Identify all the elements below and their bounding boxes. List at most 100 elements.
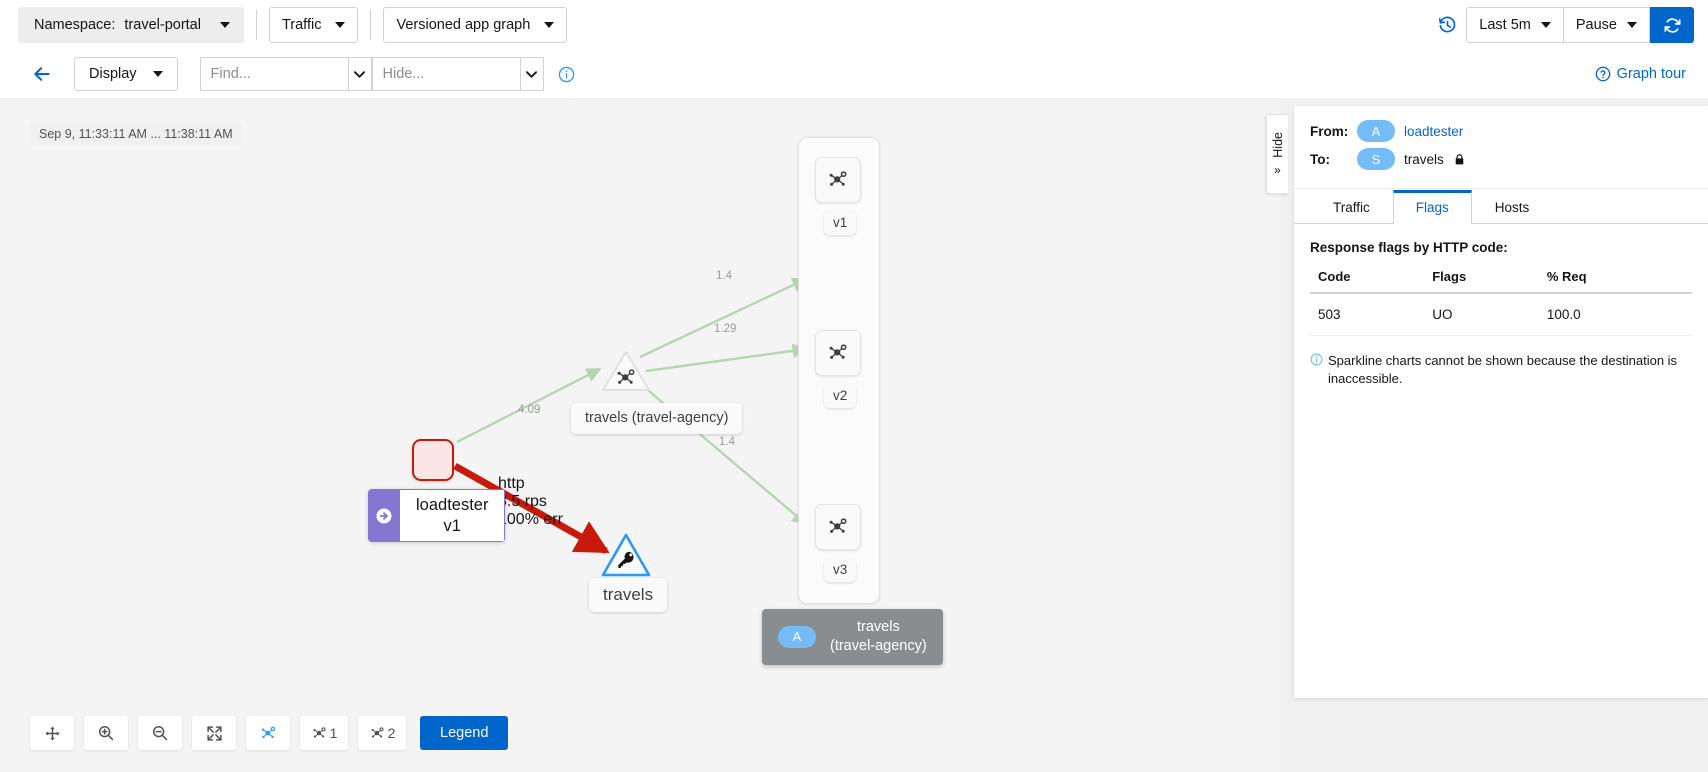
- chevron-down-icon: [153, 71, 163, 77]
- refresh-mode-label: Pause: [1576, 17, 1617, 33]
- tooltip-badge: A: [778, 626, 816, 648]
- namespace-label: Namespace:: [34, 17, 115, 33]
- workload-icon: [826, 515, 850, 539]
- refresh-button[interactable]: [1650, 7, 1694, 43]
- graph-tour-label: Graph tour: [1617, 66, 1686, 82]
- history-icon[interactable]: [1438, 16, 1457, 35]
- hide-input[interactable]: [372, 57, 520, 91]
- to-value: travels: [1404, 152, 1444, 167]
- edge-label-to-v1: 1.4: [716, 270, 732, 282]
- fit-to-screen-button[interactable]: [192, 716, 236, 750]
- tab-hosts[interactable]: Hosts: [1472, 190, 1553, 224]
- column-header-flags[interactable]: Flags: [1432, 269, 1547, 293]
- graph-reset-button[interactable]: [246, 716, 290, 750]
- node-v1-label: v1: [824, 211, 856, 235]
- topology-icon: [369, 725, 386, 742]
- from-badge: A: [1357, 120, 1395, 142]
- graph-depth-2-label: 2: [388, 725, 396, 741]
- table-header-row: Code Flags % Req: [1310, 269, 1692, 293]
- traffic-label: Traffic: [282, 17, 321, 33]
- column-header-code[interactable]: Code: [1310, 269, 1432, 293]
- tab-traffic[interactable]: Traffic: [1310, 190, 1393, 224]
- zoom-out-icon: [151, 724, 169, 742]
- to-row: To: S travels: [1310, 148, 1692, 170]
- legend-label: Legend: [440, 725, 488, 741]
- node-loadtester[interactable]: [412, 439, 454, 481]
- namespace-selector[interactable]: Namespace: travel-portal: [18, 7, 244, 43]
- node-v3[interactable]: [815, 504, 861, 550]
- node-hover-tooltip: A travels (travel-agency): [762, 609, 943, 665]
- node-travels-selected-label: travels: [589, 578, 667, 612]
- expand-icon: [206, 725, 223, 742]
- hide-panel-button[interactable]: Hide »: [1266, 114, 1288, 194]
- sparkline-note: Sparkline charts cannot be shown because…: [1310, 352, 1692, 389]
- pan-button[interactable]: [30, 716, 74, 750]
- legend-button[interactable]: Legend: [420, 716, 508, 750]
- zoom-out-button[interactable]: [138, 716, 182, 750]
- refresh-mode-selector[interactable]: Pause: [1564, 7, 1650, 43]
- node-v1[interactable]: [815, 157, 861, 203]
- edge-detail-header: From: A loadtester To: S travels: [1294, 106, 1708, 189]
- to-badge: S: [1357, 148, 1395, 170]
- node-travel-agency-service[interactable]: [600, 349, 652, 398]
- node-travel-agency-service-label: travels (travel-agency): [571, 403, 742, 434]
- workload-icon: [826, 168, 850, 192]
- time-range-selector[interactable]: Last 5m: [1466, 7, 1564, 43]
- hide-panel-label: Hide: [1271, 132, 1285, 158]
- cell-code: 503: [1310, 293, 1432, 336]
- node-loadtester-text: loadtester v1: [400, 489, 505, 542]
- back-arrow-icon[interactable]: [32, 64, 52, 84]
- find-input[interactable]: [200, 57, 348, 91]
- graph-canvas[interactable]: Sep 9, 11:33:11 AM ... 11:38:11 AM: [0, 98, 1280, 772]
- chevron-down-icon: [1541, 22, 1551, 28]
- response-flags-table: Code Flags % Req 503 UO 100.0: [1310, 269, 1692, 336]
- cell-pct-req: 100.0: [1547, 293, 1692, 336]
- graph-edges: [0, 99, 1280, 772]
- from-value[interactable]: loadtester: [1404, 124, 1463, 139]
- display-label: Display: [89, 66, 137, 82]
- display-dropdown[interactable]: Display: [74, 57, 178, 91]
- hide-dropdown-toggle[interactable]: [520, 57, 544, 91]
- panel-tabs: Traffic Flags Hosts: [1294, 189, 1708, 224]
- to-label: To:: [1310, 152, 1348, 167]
- edge-label-to-v2: 1.29: [714, 323, 736, 335]
- chevron-double-right-icon: »: [1274, 164, 1281, 176]
- zoom-in-icon: [97, 724, 115, 742]
- from-row: From: A loadtester: [1310, 120, 1692, 142]
- chevron-down-icon: [544, 22, 554, 28]
- node-v2-label: v2: [824, 384, 856, 408]
- traffic-selector[interactable]: Traffic: [269, 7, 358, 43]
- divider: [370, 10, 371, 40]
- edge-label-error: http 8.5 rps 100% err: [498, 475, 563, 529]
- node-v2[interactable]: [815, 330, 861, 376]
- column-header-pct-req[interactable]: % Req: [1547, 269, 1692, 293]
- top-toolbar-right: Last 5m Pause: [1438, 7, 1708, 43]
- from-label: From:: [1310, 124, 1348, 139]
- edge-label-to-v3: 1.4: [719, 436, 735, 448]
- cell-flags: UO: [1432, 293, 1547, 336]
- service-icon: [614, 366, 638, 393]
- info-icon[interactable]: [558, 66, 575, 83]
- graph-depth-2-button[interactable]: 2: [358, 716, 406, 750]
- node-travels-selected[interactable]: [600, 532, 652, 583]
- node-loadtester-label[interactable]: loadtester v1: [368, 489, 505, 542]
- topology-icon: [259, 724, 278, 743]
- hide-control: [372, 57, 544, 91]
- find-dropdown-toggle[interactable]: [348, 57, 372, 91]
- info-circle-icon: [1310, 353, 1323, 389]
- graph-controls-toolbar: Display: [0, 50, 1708, 98]
- tab-flags[interactable]: Flags: [1393, 190, 1472, 224]
- graph-type-selector[interactable]: Versioned app graph: [383, 7, 567, 43]
- graph-depth-1-label: 1: [330, 725, 338, 741]
- zoom-in-button[interactable]: [84, 716, 128, 750]
- top-toolbar: Namespace: travel-portal Traffic Version…: [0, 0, 1708, 50]
- section-title: Response flags by HTTP code:: [1310, 240, 1692, 255]
- question-circle-icon: [1595, 66, 1611, 82]
- table-row: 503 UO 100.0: [1310, 293, 1692, 336]
- graph-tour-button[interactable]: Graph tour: [1595, 66, 1686, 82]
- namespace-value: travel-portal: [124, 17, 201, 33]
- key-icon: [616, 549, 637, 573]
- canvas-toolbar: 1 2 Legend: [30, 716, 508, 750]
- graph-depth-1-button[interactable]: 1: [300, 716, 348, 750]
- edge-detail-card: From: A loadtester To: S travels Traf: [1294, 106, 1708, 698]
